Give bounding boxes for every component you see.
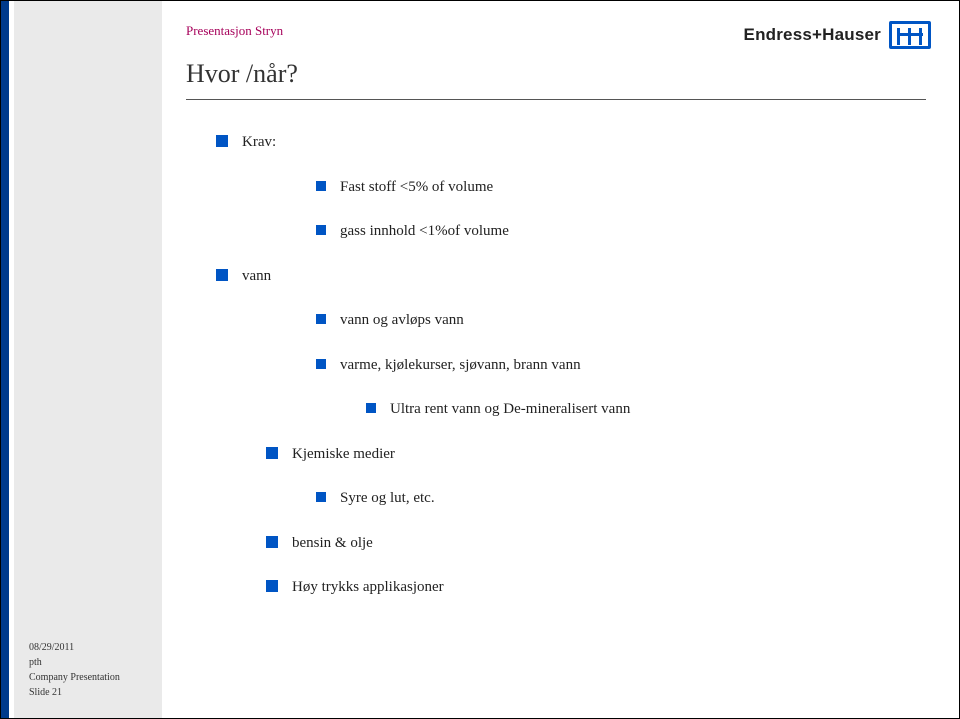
bullet-text: Kjemiske medier: [292, 443, 395, 466]
bullet-icon: [316, 359, 326, 369]
bullet-icon: [266, 580, 278, 592]
footer-source: Company Presentation: [29, 670, 120, 685]
bullet-icon: [316, 492, 326, 502]
bullet-kjemiske-sub1: Syre og lut, etc.: [316, 487, 906, 510]
bullet-vann-sub1: vann og avløps vann: [316, 309, 906, 332]
bullet-icon: [216, 269, 228, 281]
page-title: Hvor /når?: [186, 59, 298, 89]
footer-date: 08/29/2011: [29, 640, 120, 655]
bullet-hoytrykk: Høy trykks applikasjoner: [266, 576, 906, 599]
bullet-vann-sub2: varme, kjølekurser, sjøvann, brann vann: [316, 354, 906, 377]
brand-logo: Endress+Hauser: [744, 21, 931, 49]
bullet-text: Syre og lut, etc.: [340, 487, 435, 510]
bullet-text: vann og avløps vann: [340, 309, 464, 332]
bullet-icon: [266, 447, 278, 459]
bullet-text: varme, kjølekurser, sjøvann, brann vann: [340, 354, 581, 377]
bullet-vann: vann: [216, 265, 906, 288]
bullet-krav-sub2: gass innhold <1%of volume: [316, 220, 906, 243]
sidebar-accent-bar: [1, 1, 9, 718]
bullet-text: Ultra rent vann og De-mineralisert vann: [390, 398, 630, 421]
bullet-icon: [316, 314, 326, 324]
footer-slide-number: Slide 21: [29, 685, 120, 700]
bullet-text: Krav:: [242, 131, 276, 154]
presentation-label: Presentasjon Stryn: [186, 23, 283, 39]
bullet-icon: [216, 135, 228, 147]
bullet-icon: [316, 181, 326, 191]
bullet-krav-sub1: Fast stoff <5% of volume: [316, 176, 906, 199]
bullet-icon: [366, 403, 376, 413]
slide-footer: 08/29/2011 pth Company Presentation Slid…: [29, 640, 120, 700]
bullet-text: vann: [242, 265, 271, 288]
bullet-icon: [316, 225, 326, 235]
content-area: Krav: Fast stoff <5% of volume gass innh…: [186, 131, 906, 599]
title-underline: [186, 99, 926, 100]
bullet-icon: [266, 536, 278, 548]
bullet-bensin: bensin & olje: [266, 532, 906, 555]
bullet-text: gass innhold <1%of volume: [340, 220, 509, 243]
bullet-kjemiske: Kjemiske medier: [266, 443, 906, 466]
bullet-text: bensin & olje: [292, 532, 373, 555]
bullet-text: Fast stoff <5% of volume: [340, 176, 493, 199]
footer-author: pth: [29, 655, 120, 670]
bullet-text: Høy trykks applikasjoner: [292, 576, 444, 599]
slide-page: Presentasjon Stryn Hvor /når? Endress+Ha…: [0, 0, 960, 719]
brand-logo-text: Endress+Hauser: [744, 25, 881, 45]
bullet-vann-sub3: Ultra rent vann og De-mineralisert vann: [366, 398, 906, 421]
brand-logo-icon: [889, 21, 931, 49]
bullet-krav: Krav:: [216, 131, 906, 154]
sidebar-panel: [14, 1, 162, 718]
